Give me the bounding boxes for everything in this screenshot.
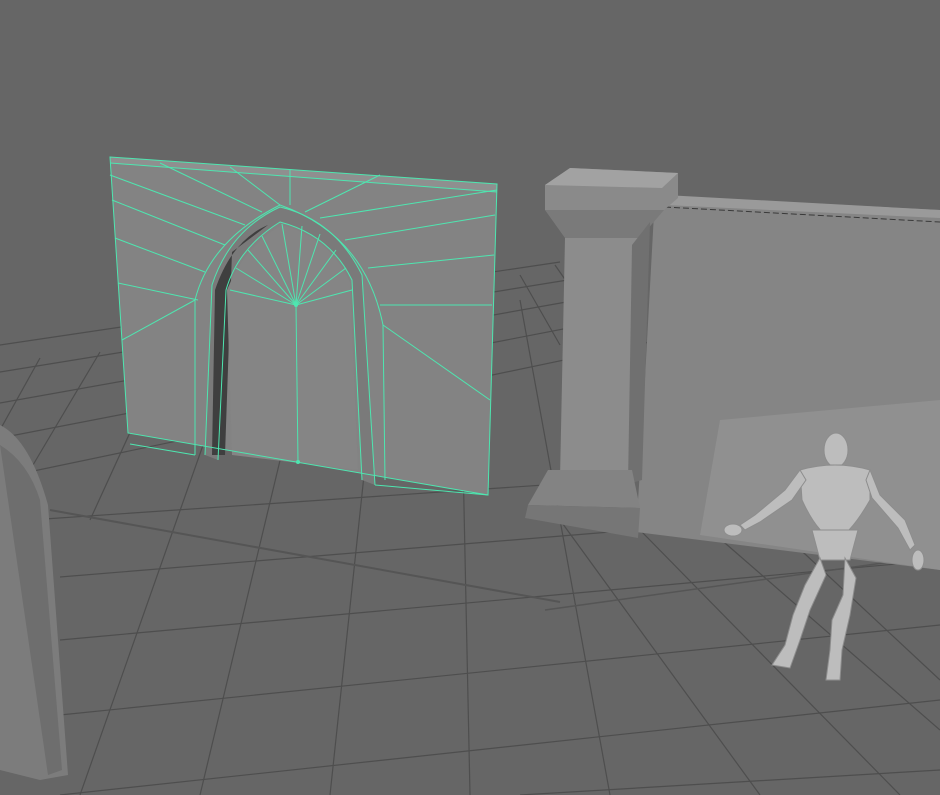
pivot-base[interactable] [296,460,300,464]
pivot-point[interactable] [294,303,298,307]
3d-viewport[interactable] [0,0,940,795]
